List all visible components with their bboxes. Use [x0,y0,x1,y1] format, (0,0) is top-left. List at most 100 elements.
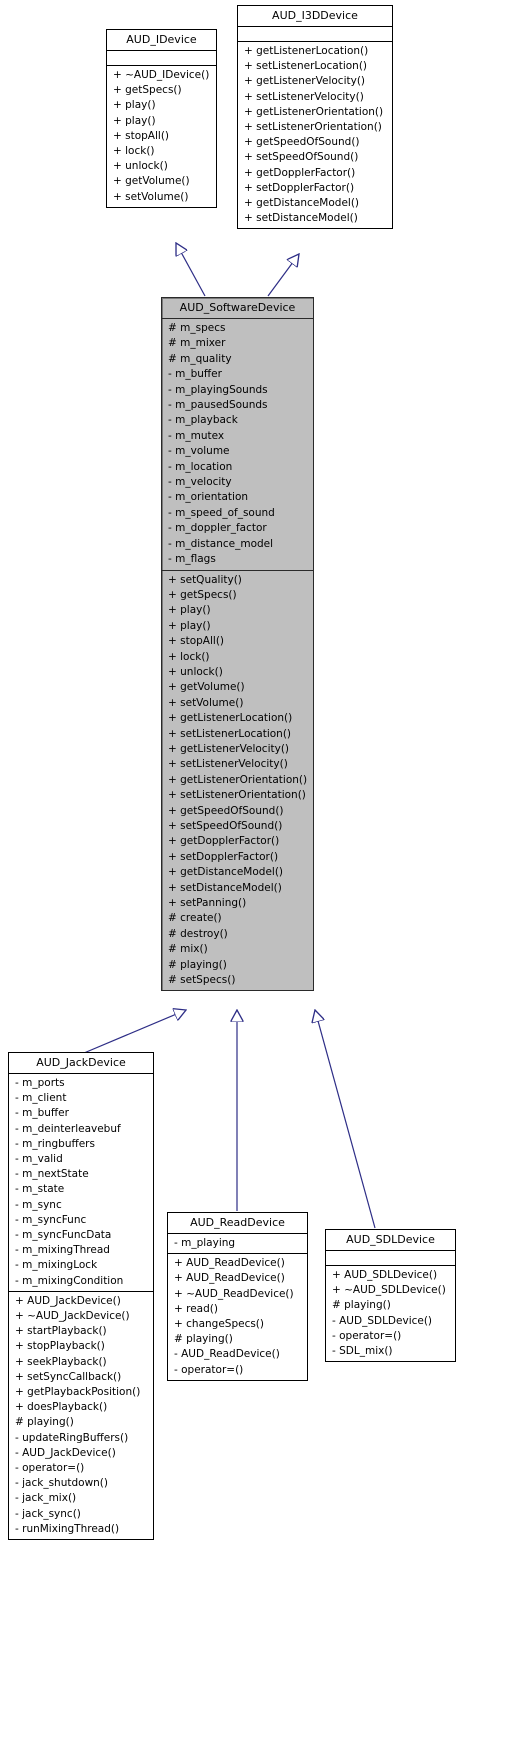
class-attributes-section: - m_playing [168,1233,307,1253]
class-box-aud-readdevice[interactable]: AUD_ReadDevice - m_playing + AUD_ReadDev… [167,1212,308,1381]
class-title: AUD_JackDevice [36,1056,126,1069]
class-member-row: # playing() [332,1299,391,1312]
class-box-aud-sdldevice[interactable]: AUD_SDLDevice + AUD_SDLDevice() + ~AUD_SD… [325,1229,456,1363]
class-member-row: - m_buffer [168,368,222,381]
class-member-row: + stopPlayback() [15,1340,105,1353]
class-member-row: + getSpeedOfSound() [168,804,284,817]
class-member-row: + setListenerLocation() [168,727,292,740]
class-member-row: - AUD_SDLDevice() [332,1314,433,1327]
class-member-row: - m_pausedSounds [168,399,268,412]
class-member-row: + ~AUD_JackDevice() [15,1310,130,1323]
class-member-row: + setDopplerFactor() [244,181,355,194]
class-member-row: + getVolume() [113,175,190,188]
class-member-row: + setVolume() [168,696,244,709]
edge-sdldevice-to-softwaredevice [315,1010,376,1229]
class-member-row: - updateRingBuffers() [15,1431,129,1444]
class-member-row: + setPanning() [168,897,247,910]
class-member-row: # m_mixer [168,337,226,350]
class-member-row: - m_buffer [15,1107,69,1120]
class-member-row: + getDistanceModel() [244,197,360,210]
class-title: AUD_ReadDevice [190,1216,285,1229]
uml-class-diagram: AUD_IDevice + ~AUD_IDevice() + getSpecs()… [0,0,517,1752]
class-member-row: + getListenerOrientation() [168,773,308,786]
class-member-row: + ~AUD_IDevice() [113,69,210,81]
class-member-row: - runMixingThread() [15,1522,120,1535]
class-title: AUD_IDevice [126,33,197,46]
class-member-row: + setDistanceModel() [168,881,282,894]
class-member-row: + changeSpecs() [174,1318,265,1331]
class-member-row: - m_sync [15,1198,62,1211]
class-box-aud-softwaredevice[interactable]: AUD_SoftwareDevice # m_specs # m_mixer # m… [161,297,314,992]
class-member-row: + setListenerOrientation() [244,121,382,134]
class-member-row: - m_syncFunc [15,1213,87,1226]
class-attributes-section [238,26,392,41]
edge-softwaredevice-to-i3ddevice [267,254,299,297]
class-member-row: - m_flags [168,553,216,566]
class-member-row: - m_valid [15,1153,63,1166]
class-member-row: + getPlaybackPosition() [15,1386,141,1399]
class-member-row: + setSyncCallback() [15,1370,122,1383]
class-member-row: + ~AUD_SDLDevice() [332,1284,446,1297]
class-member-row: - jack_shutdown() [15,1477,109,1490]
class-member-row: # playing() [168,958,227,971]
class-member-row: + setSpeedOfSound() [244,151,359,164]
class-box-aud-i3ddevice[interactable]: AUD_I3DDevice + getListenerLocation() + s… [237,5,393,230]
class-member-row: + seekPlayback() [15,1355,107,1368]
class-member-row: - operator=() [174,1363,244,1376]
class-methods-section: + AUD_SDLDevice() + ~AUD_SDLDevice() # pla… [326,1265,455,1361]
class-member-row: # playing() [15,1416,74,1429]
class-member-row: - SDL_mix() [332,1345,393,1358]
class-member-row: # setSpecs() [168,974,236,987]
class-member-row: - m_mixingLock [15,1259,98,1272]
class-methods-section: + AUD_JackDevice() + ~AUD_JackDevice() + s… [9,1290,153,1539]
class-member-row: - m_mixingCondition [15,1274,124,1287]
class-member-row: - m_mutex [168,429,225,442]
class-member-row: - m_location [168,460,233,473]
class-member-row: - m_distance_model [168,537,274,550]
class-methods-section: + getListenerLocation() + setListenerLoca… [238,41,392,228]
class-member-row: + setListenerVelocity() [168,758,288,771]
class-member-row: + getDistanceModel() [168,866,284,879]
class-attributes-section [107,50,216,65]
class-member-row: - jack_sync() [15,1507,81,1520]
class-member-row: + getVolume() [168,681,245,694]
class-member-row: + getDopplerFactor() [168,835,280,848]
class-member-row: - m_doppler_factor [168,522,267,535]
class-member-row: + AUD_ReadDevice() [174,1272,285,1285]
class-member-row: # destroy() [168,927,228,940]
class-member-row: + setQuality() [168,573,242,586]
class-member-row: - m_velocity [168,476,232,489]
class-member-row: - m_playback [168,414,238,427]
class-member-row: + setSpeedOfSound() [168,820,283,832]
class-methods-section: + setQuality() + getSpecs() + play() + play… [162,569,313,991]
class-member-row: - m_orientation [168,491,249,504]
class-member-row: + unlock() [113,160,168,173]
class-member-row: + play() [168,604,211,617]
class-member-row: + getListenerOrientation() [244,105,384,118]
class-attributes-section [326,1250,455,1265]
class-member-row: + startPlayback() [15,1325,107,1338]
class-member-row: + setVolume() [113,190,189,203]
class-member-row: - jack_mix() [15,1492,77,1505]
class-member-row: + doesPlayback() [15,1401,108,1414]
class-member-row: - m_volume [168,445,230,458]
class-box-aud-jackdevice[interactable]: AUD_JackDevice - m_ports - m_client - m_bu… [8,1052,154,1541]
class-member-row: + stopAll() [113,129,170,142]
class-box-aud-idevice[interactable]: AUD_IDevice + ~AUD_IDevice() + getSpecs()… [106,29,217,208]
class-methods-section: + AUD_ReadDevice() + AUD_ReadDevice() + ~A… [168,1253,307,1380]
class-member-row: - AUD_JackDevice() [15,1446,116,1459]
class-member-row: - m_playingSounds [168,383,268,396]
class-member-row: + play() [113,99,156,112]
class-attributes-section: # m_specs # m_mixer # m_quality - m_buffer -… [162,318,313,570]
class-member-row: + getSpecs() [113,84,182,97]
class-member-row: - m_playing [174,1237,236,1249]
class-member-row: + getListenerVelocity() [244,75,366,88]
class-member-row: + lock() [168,650,210,663]
class-member-row: + unlock() [168,665,223,678]
class-member-row: + getListenerLocation() [168,712,293,725]
class-member-row: - m_ports [15,1077,65,1089]
class-member-row: # mix() [168,943,208,956]
class-member-row: + getDopplerFactor() [244,166,356,179]
edge-softwaredevice-to-idevice [176,243,206,297]
class-member-row: + AUD_JackDevice() [15,1294,121,1307]
